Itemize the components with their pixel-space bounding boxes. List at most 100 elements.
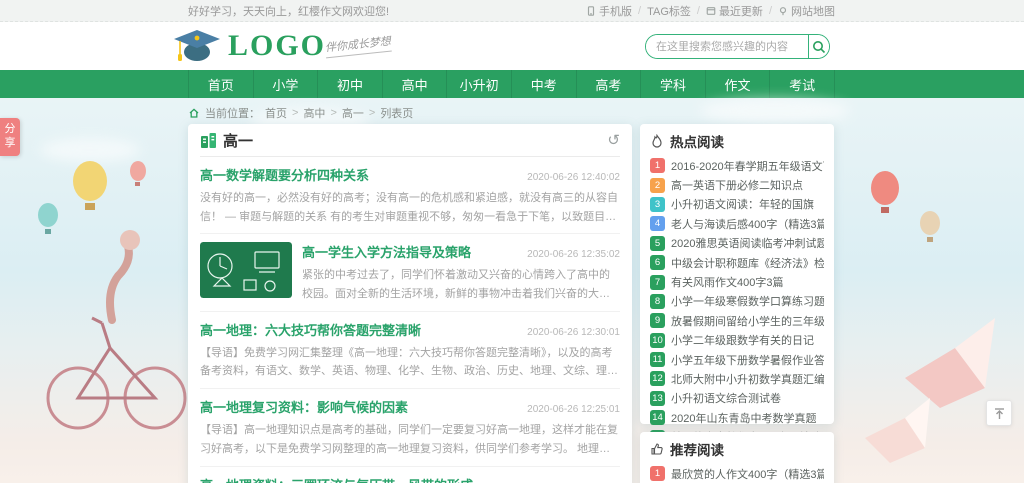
rank-badge: 5 bbox=[650, 236, 665, 251]
nav-item-zhongkao[interactable]: 中考 bbox=[512, 70, 577, 98]
hot-item-label: 2020雅思英语阅读临考冲刺试题附答案 bbox=[671, 235, 824, 251]
recommended-reading-list: 1最欣赏的人作文400字（精选3篇） 2关于感恩的中考满分作文600字 bbox=[650, 464, 824, 483]
hot-list-item[interactable]: 14 2020年山东青岛中考数学真题（已公布） bbox=[650, 408, 824, 427]
nav-item-zuowen[interactable]: 作文 bbox=[706, 70, 771, 98]
rank-badge: 13 bbox=[650, 391, 665, 406]
separator: / bbox=[697, 5, 700, 17]
article-item: 高一学生入学方法指导及策略 2020-06-26 12:35:02 紧张的中考过… bbox=[200, 234, 620, 311]
breadcrumb: 当前位置： 首页 > 高中 > 高一 > 列表页 bbox=[188, 105, 413, 121]
rank-badge: 7 bbox=[650, 275, 665, 290]
recent-updates-link[interactable]: 最近更新 bbox=[706, 3, 763, 19]
rank-badge: 11 bbox=[650, 352, 665, 367]
rank-badge: 4 bbox=[650, 216, 665, 231]
separator: / bbox=[638, 5, 641, 17]
article-title-link[interactable]: 高一地理复习资料：影响气候的因素 bbox=[200, 397, 408, 416]
breadcrumb-prefix: 当前位置： bbox=[205, 105, 260, 121]
sitemap-link[interactable]: 网站地图 bbox=[778, 3, 835, 19]
hot-list-item[interactable]: 12016-2020年春学期五年级语文下期末模拟 bbox=[650, 156, 824, 175]
article-item: 高一地理资料：三圈环流与气压带、风带的形成 2020-06-26 12:20:0… bbox=[200, 467, 620, 483]
list-header: 高一 ↺ bbox=[200, 124, 620, 157]
back-icon[interactable]: ↺ bbox=[607, 131, 620, 149]
hot-list-item[interactable]: 11小学五年级下册数学暑假作业答案【20-61 bbox=[650, 350, 824, 369]
recommended-reading-card: 推荐阅读 1最欣赏的人作文400字（精选3篇） 2关于感恩的中考满分作文600字 bbox=[640, 432, 834, 483]
nav-item-gaokao[interactable]: 高考 bbox=[577, 70, 642, 98]
cloud-decoration bbox=[700, 98, 850, 124]
article-item: 高一地理复习资料：影响气候的因素 2020-06-26 12:25:01 【导语… bbox=[200, 389, 620, 466]
article-title-link[interactable]: 高一地理资料：三圈环流与气压带、风带的形成 bbox=[200, 475, 473, 483]
nav-item-subjects[interactable]: 学科 bbox=[641, 70, 706, 98]
rank-badge: 14 bbox=[650, 410, 665, 425]
separator: / bbox=[769, 5, 772, 17]
arrow-up-to-top-icon bbox=[993, 407, 1006, 420]
rank-badge: 9 bbox=[650, 313, 665, 328]
site-logo[interactable]: LOGO bbox=[170, 26, 326, 66]
hot-reading-card: 热点阅读 12016-2020年春学期五年级语文下期末模拟 2高一英语下册必修二… bbox=[640, 124, 834, 424]
breadcrumb-listpage[interactable]: 列表页 bbox=[380, 105, 413, 121]
slogan-text: 伴你成长梦想 bbox=[324, 33, 392, 59]
article-title-link[interactable]: 高一数学解题要分析四种关系 bbox=[200, 165, 369, 184]
hot-item-label: 放暑假期间留给小学生的三年级英语作文范文 bbox=[671, 313, 824, 329]
hot-list-item[interactable]: 8小学一年级寒假数学口算练习题三篇 bbox=[650, 292, 824, 311]
hot-item-label: 2020年山东青岛中考数学真题（已公布） bbox=[671, 410, 824, 426]
article-title-link[interactable]: 高一学生入学方法指导及策略 bbox=[302, 242, 471, 261]
nav-item-senior[interactable]: 高中 bbox=[383, 70, 448, 98]
search-button[interactable] bbox=[808, 35, 829, 58]
recommended-reading-title: 推荐阅读 bbox=[670, 439, 724, 459]
back-to-top-button[interactable] bbox=[986, 400, 1012, 426]
hot-item-label: 小学二年级跟数学有关的日记 bbox=[671, 332, 814, 348]
nav-item-junior[interactable]: 初中 bbox=[318, 70, 383, 98]
hot-list-item[interactable]: 13 小升初语文综合测试卷 bbox=[650, 389, 824, 408]
hot-item-label: 小升初语文综合测试卷 bbox=[671, 390, 781, 406]
article-date: 2020-06-26 12:40:02 bbox=[527, 172, 620, 183]
hot-list-item[interactable]: 4老人与海读后感400字（精选3篇） bbox=[650, 214, 824, 233]
site-header: LOGO 伴你成长梦想 bbox=[0, 22, 1024, 70]
phone-icon bbox=[586, 6, 596, 16]
hot-reading-title: 热点阅读 bbox=[670, 131, 724, 151]
hot-item-label: 小学一年级寒假数学口算练习题三篇 bbox=[671, 293, 824, 309]
page-title: 高一 bbox=[223, 130, 253, 151]
rank-badge: 10 bbox=[650, 333, 665, 348]
category-icon bbox=[200, 132, 217, 149]
hot-list-item[interactable]: 10 小学二年级跟数学有关的日记 bbox=[650, 331, 824, 350]
rank-badge: 3 bbox=[650, 197, 665, 212]
article-item: 高一地理：六大技巧帮你答题完整清晰 2020-06-26 12:30:01 【导… bbox=[200, 312, 620, 389]
logo-text: LOGO bbox=[228, 29, 326, 63]
hot-list-item[interactable]: 9 放暑假期间留给小学生的三年级英语作文范文 bbox=[650, 311, 824, 330]
nav-item-xiaoshengchu[interactable]: 小升初 bbox=[447, 70, 512, 98]
hot-list-item[interactable]: 3 小升初语文阅读：年轻的国旗 bbox=[650, 195, 824, 214]
breadcrumb-gaoyi[interactable]: 高一 bbox=[342, 105, 364, 121]
hot-item-label: 北师大附中小升初数学真题汇编 bbox=[671, 371, 824, 387]
content-stage: 当前位置： 首页 > 高中 > 高一 > 列表页 高一 ↺ 高一数学解题要分析四… bbox=[0, 98, 1024, 483]
hot-item-label: 小升初语文阅读：年轻的国旗 bbox=[671, 196, 814, 212]
refresh-icon bbox=[706, 6, 716, 16]
mobile-version-link[interactable]: 手机版 bbox=[586, 3, 632, 19]
breadcrumb-home[interactable]: 首页 bbox=[265, 105, 287, 121]
recommend-item-label: 最欣赏的人作文400字（精选3篇） bbox=[671, 466, 824, 482]
breadcrumb-separator: > bbox=[292, 107, 298, 119]
search-box bbox=[645, 34, 830, 59]
nav-item-primary[interactable]: 小学 bbox=[254, 70, 319, 98]
article-date: 2020-06-26 12:30:01 bbox=[527, 327, 620, 338]
share-button[interactable]: 分享 bbox=[0, 118, 20, 156]
flame-icon bbox=[650, 134, 664, 148]
search-icon bbox=[812, 40, 826, 54]
hot-item-label: 中级会计职称题库《经济法》检测题 bbox=[671, 255, 824, 271]
hot-list-item[interactable]: 5 2020雅思英语阅读临考冲刺试题附答案 bbox=[650, 234, 824, 253]
recommend-list-item[interactable]: 1最欣赏的人作文400字（精选3篇） bbox=[650, 464, 824, 483]
breadcrumb-separator: > bbox=[369, 107, 375, 119]
nav-item-kaoshi[interactable]: 考试 bbox=[770, 70, 835, 98]
nav-item-home[interactable]: 首页 bbox=[188, 70, 254, 98]
tag-link[interactable]: TAG标签 bbox=[647, 3, 691, 19]
hot-list-item[interactable]: 12北师大附中小升初数学真题汇编 bbox=[650, 369, 824, 388]
breadcrumb-senior[interactable]: 高中 bbox=[303, 105, 325, 121]
hot-list-item[interactable]: 2高一英语下册必修二知识点 bbox=[650, 175, 824, 194]
hot-list-item[interactable]: 7有关风雨作文400字3篇 bbox=[650, 272, 824, 291]
article-description: 没有好的高一，必然没有好的高考；没有高一的危机感和紧迫感，就没有高三的从容自信！… bbox=[200, 189, 620, 226]
breadcrumb-separator: > bbox=[330, 107, 336, 119]
article-description: 【导语】高一地理知识点是高考的基础，同学们一定要复习好高一地理，这样才能在复习好… bbox=[200, 421, 620, 458]
search-input[interactable] bbox=[646, 35, 808, 58]
hot-list-item[interactable]: 6中级会计职称题库《经济法》检测题 bbox=[650, 253, 824, 272]
bicycle-illustration bbox=[40, 228, 190, 438]
article-thumbnail[interactable] bbox=[200, 242, 292, 298]
article-title-link[interactable]: 高一地理：六大技巧帮你答题完整清晰 bbox=[200, 320, 421, 339]
